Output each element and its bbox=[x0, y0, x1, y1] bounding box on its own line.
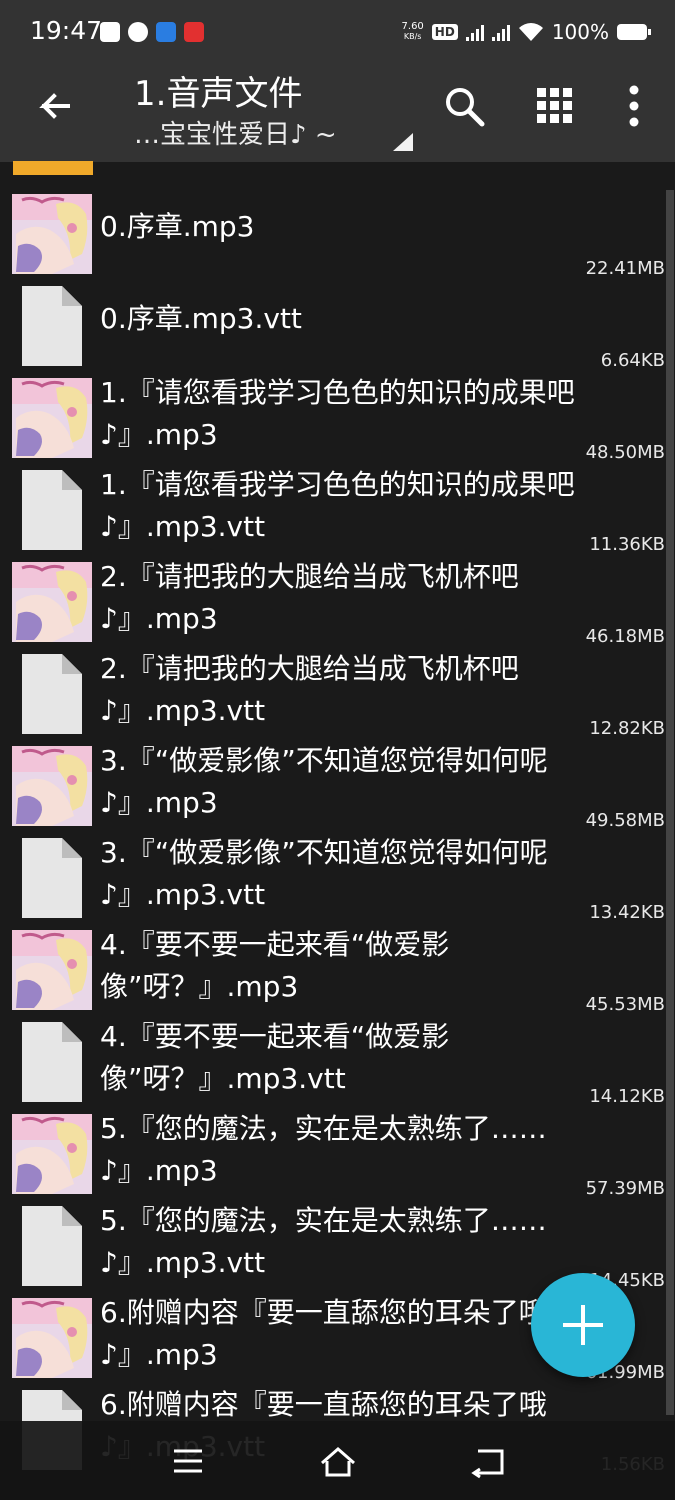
audio-cover-thumbnail bbox=[12, 194, 92, 274]
document-file-icon bbox=[22, 1022, 82, 1102]
file-name: 0.序章.mp3 bbox=[100, 210, 255, 243]
file-name: 2.『请把我的大腿给当成飞机杯吧♪』.mp3.vtt bbox=[100, 652, 519, 727]
network-speed-value: 7.60 bbox=[401, 21, 424, 32]
file-size: 46.18MB bbox=[585, 626, 665, 647]
file-size: 22.41MB bbox=[585, 258, 665, 279]
document-file-icon bbox=[22, 470, 82, 550]
file-size: 48.50MB bbox=[585, 442, 665, 463]
file-list-item[interactable]: 5.『您的魔法，实在是太熟练了……♪』.mp3 57.39MB bbox=[0, 1110, 675, 1202]
file-size: 12.82KB bbox=[589, 718, 665, 739]
file-name: 6.附赠内容『要一直舔您的耳朵了哦♪』.mp3 bbox=[100, 1296, 547, 1371]
document-file-icon bbox=[22, 654, 82, 734]
system-navigation-bar bbox=[0, 1421, 675, 1500]
battery-icon bbox=[617, 24, 651, 40]
more-options-icon[interactable] bbox=[610, 82, 658, 130]
file-name: 4.『要不要一起来看“做爱影像”呀？』.mp3.vtt bbox=[100, 1020, 450, 1095]
scrollbar[interactable] bbox=[666, 190, 674, 1415]
back-arrow-icon[interactable] bbox=[32, 86, 76, 130]
folder-thumbnail-partial[interactable] bbox=[13, 161, 93, 175]
notification-icons bbox=[100, 22, 204, 42]
file-list-item[interactable]: 3.『“做爱影像”不知道您觉得如何呢♪』.mp3 49.58MB bbox=[0, 742, 675, 834]
file-list-item[interactable]: 3.『“做爱影像”不知道您觉得如何呢♪』.mp3.vtt 13.42KB bbox=[0, 834, 675, 926]
file-size: 49.58MB bbox=[585, 810, 665, 831]
search-icon[interactable] bbox=[440, 82, 488, 130]
add-fab-button[interactable] bbox=[531, 1273, 635, 1377]
grid-view-icon[interactable] bbox=[531, 82, 579, 130]
network-speed-unit: KB/s bbox=[403, 32, 422, 41]
folder-title: 1.音声文件 bbox=[134, 74, 303, 114]
file-name: 5.『您的魔法，实在是太熟练了……♪』.mp3 bbox=[100, 1112, 547, 1187]
document-file-icon bbox=[22, 1206, 82, 1286]
audio-cover-thumbnail bbox=[12, 562, 92, 642]
dropdown-triangle-icon[interactable] bbox=[393, 133, 413, 151]
battery-percent: 100% bbox=[551, 20, 609, 44]
file-name: 4.『要不要一起来看“做爱影像”呀？』.mp3 bbox=[100, 928, 450, 1003]
back-nav-icon[interactable] bbox=[468, 1441, 508, 1481]
app-notification-icon bbox=[184, 22, 204, 42]
plus-icon-bar bbox=[563, 1323, 603, 1327]
file-list-item[interactable]: 0.序章.mp3 22.41MB bbox=[0, 190, 675, 282]
file-name: 1.『请您看我学习色色的知识的成果吧♪』.mp3 bbox=[100, 376, 575, 451]
file-list-item[interactable]: 1.『请您看我学习色色的知识的成果吧♪』.mp3 48.50MB bbox=[0, 374, 675, 466]
system-indicators: 7.60 KB/s HD 100% bbox=[402, 20, 651, 44]
wifi-icon bbox=[518, 23, 543, 41]
hd-voice-badge: HD bbox=[431, 24, 458, 40]
audio-cover-thumbnail bbox=[12, 746, 92, 826]
audio-cover-thumbnail bbox=[12, 1114, 92, 1194]
file-name: 2.『请把我的大腿给当成飞机杯吧♪』.mp3 bbox=[100, 560, 519, 635]
audio-cover-thumbnail bbox=[12, 378, 92, 458]
signal-5g-icon bbox=[491, 23, 510, 41]
status-time: 19:47 bbox=[30, 16, 103, 45]
file-name: 3.『“做爱影像”不知道您觉得如何呢♪』.mp3.vtt bbox=[100, 836, 548, 911]
file-list-item[interactable]: 1.『请您看我学习色色的知识的成果吧♪』.mp3.vtt 11.36KB bbox=[0, 466, 675, 558]
file-size: 14.12KB bbox=[589, 1086, 665, 1107]
menu-nav-icon[interactable] bbox=[168, 1441, 208, 1481]
file-size: 57.39MB bbox=[585, 1178, 665, 1199]
file-size: 13.42KB bbox=[589, 902, 665, 923]
file-list-item[interactable]: 4.『要不要一起来看“做爱影像”呀？』.mp3.vtt 14.12KB bbox=[0, 1018, 675, 1110]
signal-icon bbox=[465, 23, 484, 41]
file-list-item[interactable]: 2.『请把我的大腿给当成飞机杯吧♪』.mp3.vtt 12.82KB bbox=[0, 650, 675, 742]
file-size: 6.64KB bbox=[600, 350, 665, 371]
app-notification-icon bbox=[128, 22, 148, 42]
file-size: 11.36KB bbox=[589, 534, 665, 555]
clipboard-check-icon bbox=[100, 22, 120, 42]
file-name: 0.序章.mp3.vtt bbox=[100, 302, 302, 335]
home-nav-icon[interactable] bbox=[318, 1441, 358, 1481]
file-size: 45.53MB bbox=[585, 994, 665, 1015]
file-list-item[interactable]: 2.『请把我的大腿给当成飞机杯吧♪』.mp3 46.18MB bbox=[0, 558, 675, 650]
file-list-item[interactable]: 0.序章.mp3.vtt 6.64KB bbox=[0, 282, 675, 374]
status-bar: 19:47 7.60 KB/s HD 100% bbox=[0, 0, 675, 62]
app-notification-icon bbox=[156, 22, 176, 42]
network-speed: 7.60 KB/s bbox=[402, 22, 424, 42]
file-list-item[interactable]: 4.『要不要一起来看“做爱影像”呀？』.mp3 45.53MB bbox=[0, 926, 675, 1018]
document-file-icon bbox=[22, 286, 82, 366]
file-name: 1.『请您看我学习色色的知识的成果吧♪』.mp3.vtt bbox=[100, 468, 575, 543]
audio-cover-thumbnail bbox=[12, 1298, 92, 1378]
audio-cover-thumbnail bbox=[12, 930, 92, 1010]
folder-path-subtitle[interactable]: …宝宝性爱日♪ ~ bbox=[134, 114, 337, 151]
file-name: 3.『“做爱影像”不知道您觉得如何呢♪』.mp3 bbox=[100, 744, 548, 819]
file-name: 5.『您的魔法，实在是太熟练了……♪』.mp3.vtt bbox=[100, 1204, 547, 1279]
document-file-icon bbox=[22, 838, 82, 918]
